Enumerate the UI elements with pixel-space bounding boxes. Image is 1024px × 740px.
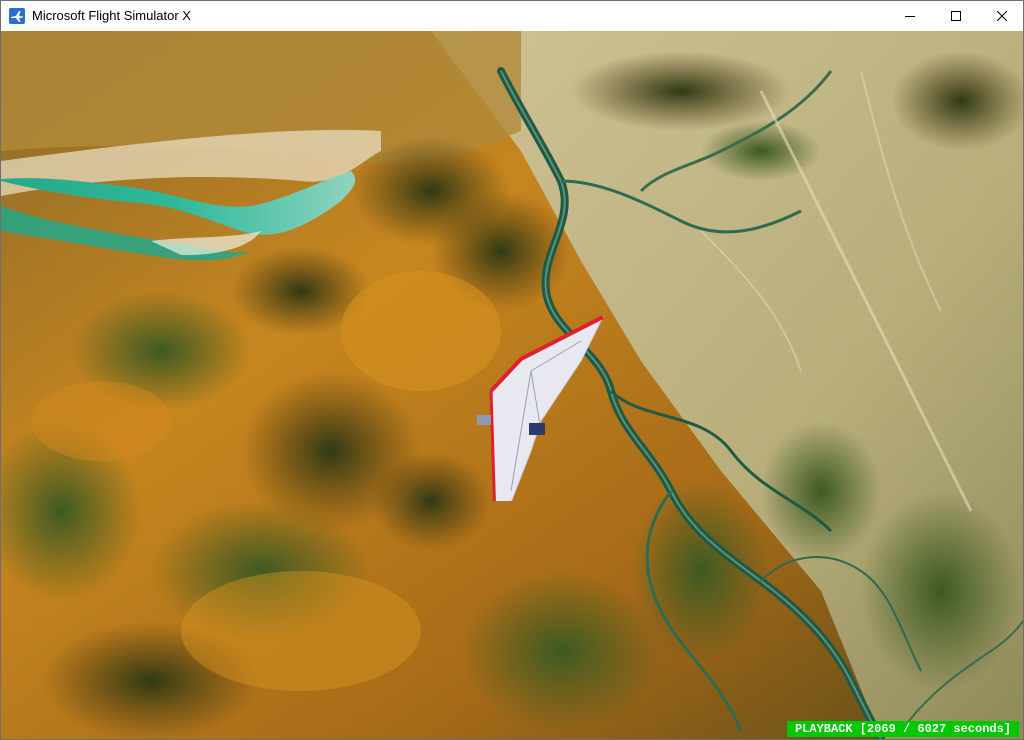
minimize-icon (905, 16, 915, 17)
plane-icon (9, 8, 25, 24)
close-icon (997, 11, 1007, 21)
app-window: Microsoft Flight Simulator X PLAYBACK [2… (0, 0, 1024, 740)
simulator-viewport[interactable]: PLAYBACK [2069 / 6027 seconds] (1, 31, 1023, 739)
window-title: Microsoft Flight Simulator X (32, 8, 191, 23)
minimize-button[interactable] (887, 1, 933, 31)
close-button[interactable] (979, 1, 1023, 31)
playback-status: PLAYBACK [2069 / 6027 seconds] (787, 721, 1019, 737)
title-bar[interactable]: Microsoft Flight Simulator X (1, 1, 1023, 31)
maximize-button[interactable] (933, 1, 979, 31)
hang-glider-icon (477, 315, 605, 501)
maximize-icon (951, 11, 961, 21)
